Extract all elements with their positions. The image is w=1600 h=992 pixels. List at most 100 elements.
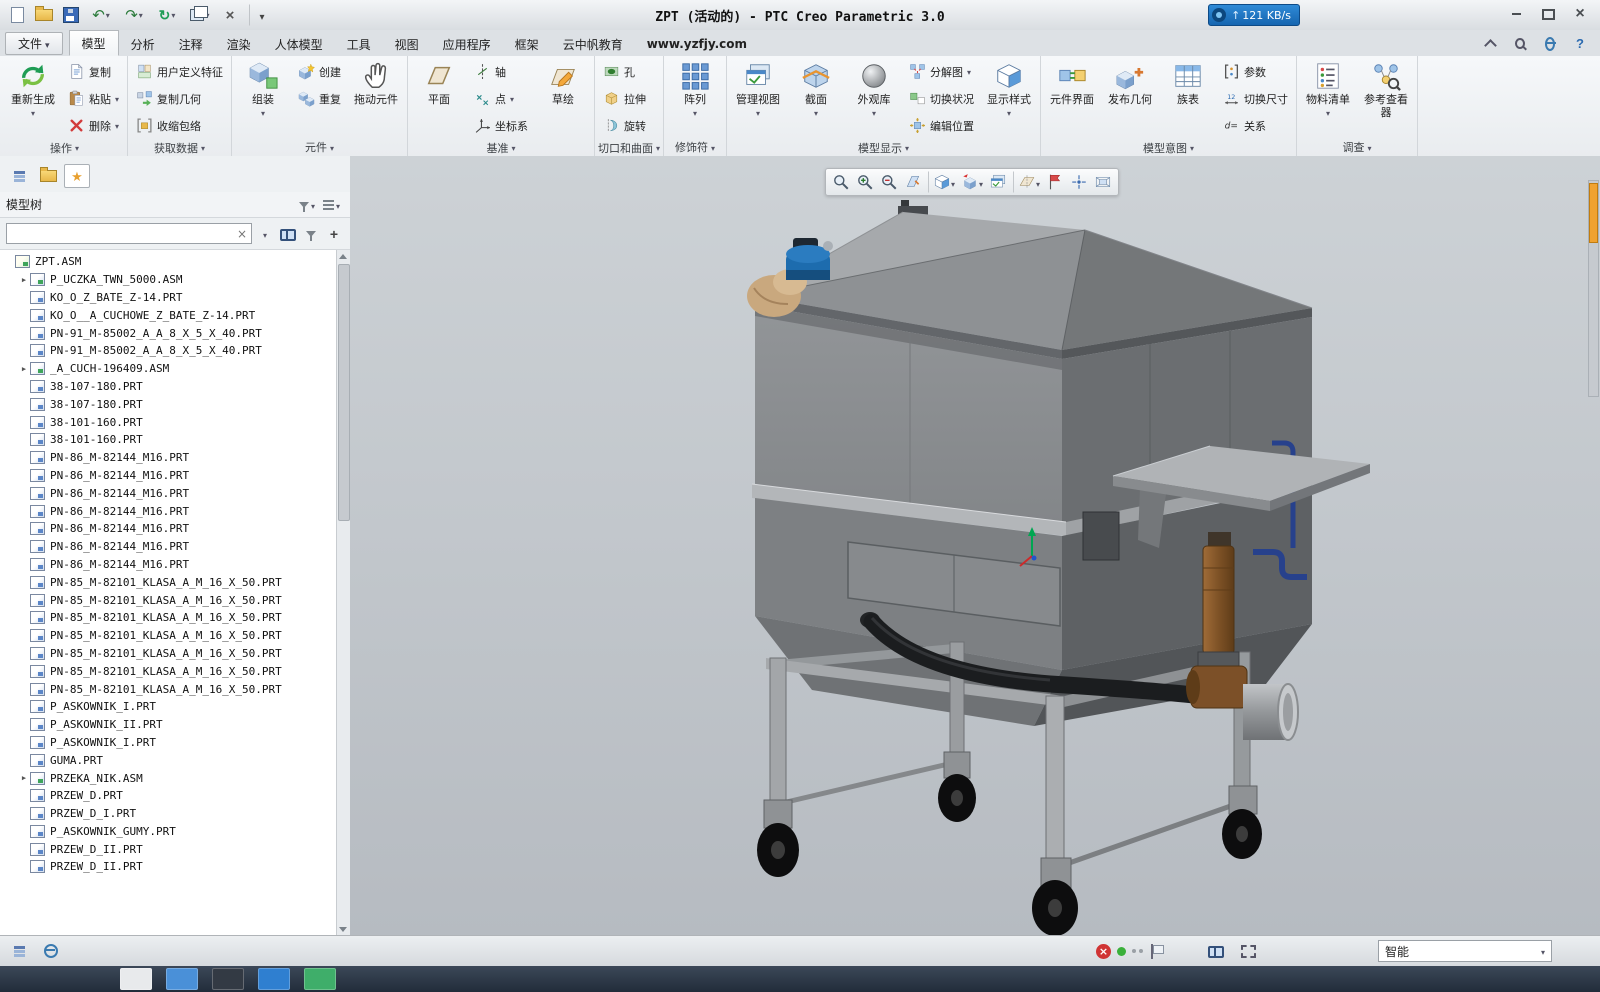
tree-settings-button[interactable]: [319, 195, 344, 215]
tree-item[interactable]: 38-107-180.PRT: [0, 395, 337, 413]
tree-item[interactable]: PRZEW_D_I.PRT: [0, 805, 337, 823]
tree-scrollbar[interactable]: [336, 250, 350, 936]
datum-csys-button[interactable]: 坐标系: [469, 112, 533, 139]
tree-item[interactable]: PN-91_M-85002_A_A_8_X_5_X_40.PRT: [0, 324, 337, 342]
tree-expand-icon[interactable]: ▶: [18, 774, 30, 782]
open-button[interactable]: [31, 4, 57, 26]
tree-item[interactable]: GUMA.PRT: [0, 751, 337, 769]
tab-model[interactable]: 模型: [69, 30, 119, 56]
group-label-get-data[interactable]: 获取数据: [131, 139, 228, 156]
paste-button[interactable]: 粘贴: [63, 85, 124, 112]
group-label-model-display[interactable]: 模型显示: [730, 139, 1037, 156]
tree-item[interactable]: PN-86_M-82144_M16.PRT: [0, 449, 337, 467]
filter-button[interactable]: [301, 224, 321, 244]
minimize-button[interactable]: [1502, 5, 1530, 23]
tab-yunzhongfan[interactable]: 云中帆教育: [551, 32, 635, 56]
copy-geometry-button[interactable]: 复制几何: [131, 85, 228, 112]
tree-item[interactable]: PN-85_M-82101_KLASA_A_M_16_X_50.PRT: [0, 645, 337, 663]
refit-button[interactable]: [829, 171, 853, 193]
tab-file[interactable]: 文件: [5, 32, 63, 55]
regen-error-icon[interactable]: [1096, 944, 1111, 959]
taskbar-app-5[interactable]: [304, 968, 336, 990]
maximize-button[interactable]: [1534, 5, 1562, 23]
toggle-navigator-button[interactable]: [6, 940, 32, 962]
folder-browser-tab[interactable]: [35, 164, 61, 188]
component-interface-button[interactable]: 元件界面: [1044, 58, 1100, 138]
reference-viewer-button[interactable]: 参考查看器: [1358, 58, 1414, 138]
datum-plane-button[interactable]: 平面: [411, 58, 467, 138]
appearance-gallery-button[interactable]: 外观库: [846, 58, 902, 138]
publish-geometry-button[interactable]: 发布几何: [1102, 58, 1158, 138]
tree-item[interactable]: PN-91_M-85002_A_A_8_X_5_X_40.PRT: [0, 342, 337, 360]
undo-button[interactable]: [85, 4, 117, 26]
relations-button[interactable]: 关系: [1218, 112, 1293, 139]
tree-item[interactable]: ▶ PRZEKA_NIK.ASM: [0, 769, 337, 787]
tree-item[interactable]: P_ASKOWNIK_I.PRT: [0, 734, 337, 752]
tree-item[interactable]: PN-85_M-82101_KLASA_A_M_16_X_50.PRT: [0, 627, 337, 645]
tab-tools[interactable]: 工具: [335, 32, 383, 56]
group-label-operations[interactable]: 操作: [5, 139, 124, 156]
pattern-button[interactable]: 阵列: [667, 58, 723, 138]
taskbar-app-4[interactable]: [258, 968, 290, 990]
group-label-cut-surface[interactable]: 切口和曲面: [598, 139, 660, 156]
search-model-button[interactable]: [1203, 940, 1229, 962]
help-button[interactable]: [1568, 34, 1592, 53]
scroll-up-arrow[interactable]: [337, 250, 349, 263]
tree-item[interactable]: ▶ _A_CUCH-196409.ASM: [0, 360, 337, 378]
select-items-button[interactable]: [1235, 940, 1261, 962]
find-button[interactable]: [278, 224, 298, 244]
tree-item[interactable]: 38-107-180.PRT: [0, 378, 337, 396]
extrude-button[interactable]: 拉伸: [598, 85, 651, 112]
tree-expand-icon[interactable]: ▶: [18, 276, 30, 284]
tree-item[interactable]: PN-85_M-82101_KLASA_A_M_16_X_50.PRT: [0, 573, 337, 591]
3d-model[interactable]: [350, 156, 1600, 936]
saved-orientations-button[interactable]: [958, 171, 986, 193]
tree-item[interactable]: PN-85_M-82101_KLASA_A_M_16_X_50.PRT: [0, 680, 337, 698]
exploded-view-button[interactable]: 分解图: [904, 58, 979, 85]
tree-item[interactable]: PN-85_M-82101_KLASA_A_M_16_X_50.PRT: [0, 591, 337, 609]
scrollbar-thumb[interactable]: [338, 264, 350, 521]
tree-item[interactable]: KO_O__A_CUCHOWE_Z_BATE_Z-14.PRT: [0, 306, 337, 324]
edit-position-button[interactable]: 编辑位置: [904, 112, 979, 139]
datum-axis-button[interactable]: 轴: [469, 58, 533, 85]
tree-item[interactable]: ZPT.ASM: [0, 253, 337, 271]
tree-item[interactable]: PN-86_M-82144_M16.PRT: [0, 520, 337, 538]
tree-item[interactable]: PN-86_M-82144_M16.PRT: [0, 484, 337, 502]
tree-item[interactable]: PN-86_M-82144_M16.PRT: [0, 556, 337, 574]
section-button[interactable]: 截面: [788, 58, 844, 138]
sketch-button[interactable]: 草绘: [535, 58, 591, 138]
browser-options-button[interactable]: [1538, 34, 1562, 53]
tab-analysis[interactable]: 分析: [119, 32, 167, 56]
perspective-button[interactable]: [1091, 171, 1115, 193]
tree-filters-button[interactable]: [295, 195, 319, 215]
windows-button[interactable]: [184, 4, 216, 26]
command-search-button[interactable]: [1508, 34, 1532, 53]
expand-all-button[interactable]: [324, 224, 344, 244]
tree-item[interactable]: ▶ P_UCZKA_TWN_5000.ASM: [0, 271, 337, 289]
redo-button[interactable]: [118, 4, 150, 26]
taskbar-app-3[interactable]: [212, 968, 244, 990]
tab-annotate[interactable]: 注释: [167, 32, 215, 56]
graphics-area[interactable]: [350, 156, 1600, 936]
favorites-tab[interactable]: [64, 164, 90, 188]
group-label-datum[interactable]: 基准: [411, 139, 591, 156]
datum-point-button[interactable]: 点: [469, 85, 533, 112]
drag-components-button[interactable]: 拖动元件: [348, 58, 404, 138]
model-tree-tab[interactable]: [6, 164, 32, 188]
tree-item[interactable]: P_ASKOWNIK_II.PRT: [0, 716, 337, 734]
tree-item[interactable]: 38-101-160.PRT: [0, 431, 337, 449]
tab-framework[interactable]: 框架: [503, 32, 551, 56]
switch-dimensions-button[interactable]: 切换尺寸: [1218, 85, 1293, 112]
datum-display-button[interactable]: [1013, 171, 1043, 193]
hole-button[interactable]: 孔: [598, 58, 651, 85]
repaint-button[interactable]: [901, 171, 925, 193]
tree-item[interactable]: PN-85_M-82101_KLASA_A_M_16_X_50.PRT: [0, 609, 337, 627]
tree-item[interactable]: KO_O_Z_BATE_Z-14.PRT: [0, 289, 337, 307]
parameters-button[interactable]: 参数: [1218, 58, 1293, 85]
customize-toolbar-button[interactable]: [249, 4, 275, 26]
bom-button[interactable]: 物料清单: [1300, 58, 1356, 138]
tree-search-input[interactable]: [7, 226, 233, 241]
zoom-out-button[interactable]: [877, 171, 901, 193]
network-speed-badge[interactable]: 121 KB/s: [1208, 4, 1300, 26]
tree-item[interactable]: PN-86_M-82144_M16.PRT: [0, 538, 337, 556]
